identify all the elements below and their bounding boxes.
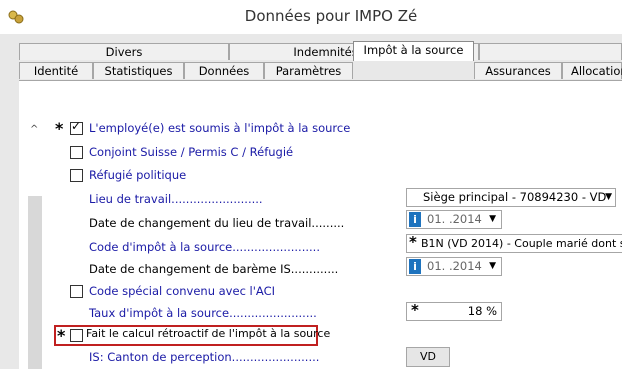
chevron-down-icon: ▼ [489, 261, 496, 271]
soumis-label: L'employé(e) est soumis à l'impôt à la s… [89, 121, 351, 135]
retro-checkbox[interactable] [70, 329, 83, 342]
retro-label: Fait le calcul rétroactif de l'impôt à l… [86, 327, 331, 340]
required-marker: * [409, 234, 417, 251]
code-impot-label: Code d'impôt à la source................… [89, 240, 320, 254]
canton-label: IS: Canton de perception................… [89, 350, 320, 364]
tab-donnees[interactable]: Données [184, 62, 264, 79]
chevron-down-icon: ▼ [489, 214, 496, 224]
tab-parametres[interactable]: Paramètres [264, 62, 353, 79]
soumis-checkbox[interactable] [70, 119, 83, 135]
required-marker: * [55, 119, 64, 138]
tab-impot-a-la-source[interactable]: Impôt à la source [353, 41, 474, 61]
date-lieu-picker[interactable]: i 01. .2014 ▼ [406, 210, 502, 229]
tab-divers[interactable]: Divers [19, 43, 229, 60]
tab-identite[interactable]: Identité [19, 62, 93, 79]
code-special-label: Code spécial convenu avec l'ACI [89, 284, 275, 298]
date-bareme-picker[interactable]: i 01. .2014 ▼ [406, 257, 502, 276]
taux-label: Taux d'impôt à la source................… [89, 306, 317, 320]
scrollbar-thumb[interactable] [28, 196, 42, 369]
info-icon: i [409, 212, 421, 227]
tab-allocation[interactable]: Allocation [562, 62, 622, 79]
lieu-travail-dropdown[interactable]: Siège principal - 70894230 - VD ▼ [406, 188, 616, 207]
lieu-travail-label: Lieu de travail......................... [89, 192, 263, 206]
date-bareme-value: 01. .2014 [427, 259, 482, 273]
required-marker: * [411, 301, 419, 319]
tab-assurances[interactable]: Assurances [474, 62, 562, 79]
info-icon: i [409, 259, 421, 274]
tab-strip: Divers Indemnités spéciales Identité Sta… [0, 41, 622, 80]
chevron-down-icon: ▼ [605, 192, 612, 202]
code-impot-field[interactable]: * B1N (VD 2014) - Couple marié dont seul [406, 234, 622, 253]
collapse-icon[interactable]: ^ [30, 124, 38, 135]
refugie-checkbox[interactable] [70, 169, 83, 182]
code-impot-value: B1N (VD 2014) - Couple marié dont seul [421, 237, 622, 250]
conjoint-checkbox[interactable] [70, 146, 83, 159]
lieu-travail-value: Siège principal - 70894230 - VD [423, 190, 607, 204]
tab-blank[interactable] [479, 43, 622, 60]
refugie-label: Réfugié politique [89, 168, 187, 182]
canton-button[interactable]: VD [406, 347, 450, 367]
window-title: Données pour IMPO Zé [244, 7, 418, 25]
taux-input[interactable]: * 18 % [406, 302, 502, 321]
tab-statistiques[interactable]: Statistiques [93, 62, 184, 79]
taux-value: 18 % [467, 304, 497, 318]
conjoint-label: Conjoint Suisse / Permis C / Réfugié [89, 145, 294, 159]
date-bareme-label: Date de changement de barème IS.........… [89, 262, 339, 276]
title-bar: Données pour IMPO Zé [0, 0, 622, 34]
date-lieu-value: 01. .2014 [427, 212, 482, 226]
code-special-checkbox[interactable] [70, 285, 83, 298]
date-lieu-label: Date de changement du lieu de travail...… [89, 216, 345, 230]
